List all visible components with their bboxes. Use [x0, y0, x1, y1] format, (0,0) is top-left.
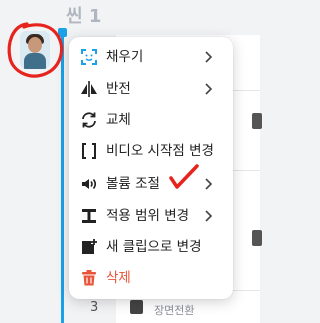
- menu-item-delete[interactable]: 삭제: [69, 263, 233, 293]
- clip-type-icon: [130, 300, 143, 314]
- menu-item-label: 교체: [106, 112, 131, 128]
- new-clip-icon: [82, 239, 97, 254]
- trash-icon: [82, 270, 96, 286]
- flip-icon: [81, 81, 97, 97]
- menu-item-label: 새 클립으로 변경: [106, 239, 202, 255]
- menu-item-new-clip[interactable]: 새 클립으로 변경: [69, 232, 233, 262]
- menu-item-label: 적용 범위 변경: [106, 208, 190, 224]
- menu-item-label: 삭제: [106, 270, 131, 286]
- clip-thumbnail[interactable]: [20, 31, 50, 69]
- scene-title: 씬 1: [66, 6, 102, 27]
- chevron-right-icon: [205, 83, 213, 95]
- menu-item-video-start[interactable]: 비디오 시작점 변경: [69, 136, 233, 166]
- menu-item-label: 비디오 시작점 변경: [106, 143, 214, 159]
- menu-item-label: 반전: [106, 81, 131, 97]
- menu-item-volume[interactable]: 볼륨 조절: [69, 169, 233, 199]
- menu-item-label: 볼륨 조절: [106, 176, 160, 192]
- clip-badge: [252, 230, 262, 246]
- bracket-icon: [82, 143, 96, 159]
- chevron-right-icon: [205, 51, 213, 63]
- context-menu: 채우기 반전 교체 비디오 시작점 변경 볼륨 조절 적용 범위 변경 새 클립…: [69, 37, 233, 299]
- row-number: 3: [90, 300, 99, 315]
- menu-item-flip[interactable]: 반전: [69, 74, 233, 104]
- chevron-right-icon: [205, 178, 213, 190]
- face-frame-icon: [81, 49, 97, 65]
- playhead-line[interactable]: [61, 31, 64, 323]
- volume-icon: [82, 179, 97, 189]
- menu-item-replace[interactable]: 교체: [69, 105, 233, 135]
- menu-item-label: 채우기: [106, 49, 144, 65]
- menu-item-fill[interactable]: 채우기: [69, 42, 233, 72]
- range-icon: [82, 209, 96, 223]
- row-label: 장면전환: [154, 304, 195, 317]
- replace-icon: [82, 112, 96, 128]
- clip-badge: [252, 113, 262, 129]
- menu-item-range[interactable]: 적용 범위 변경: [69, 201, 233, 231]
- playhead-handle[interactable]: [58, 28, 67, 37]
- chevron-right-icon: [205, 210, 213, 222]
